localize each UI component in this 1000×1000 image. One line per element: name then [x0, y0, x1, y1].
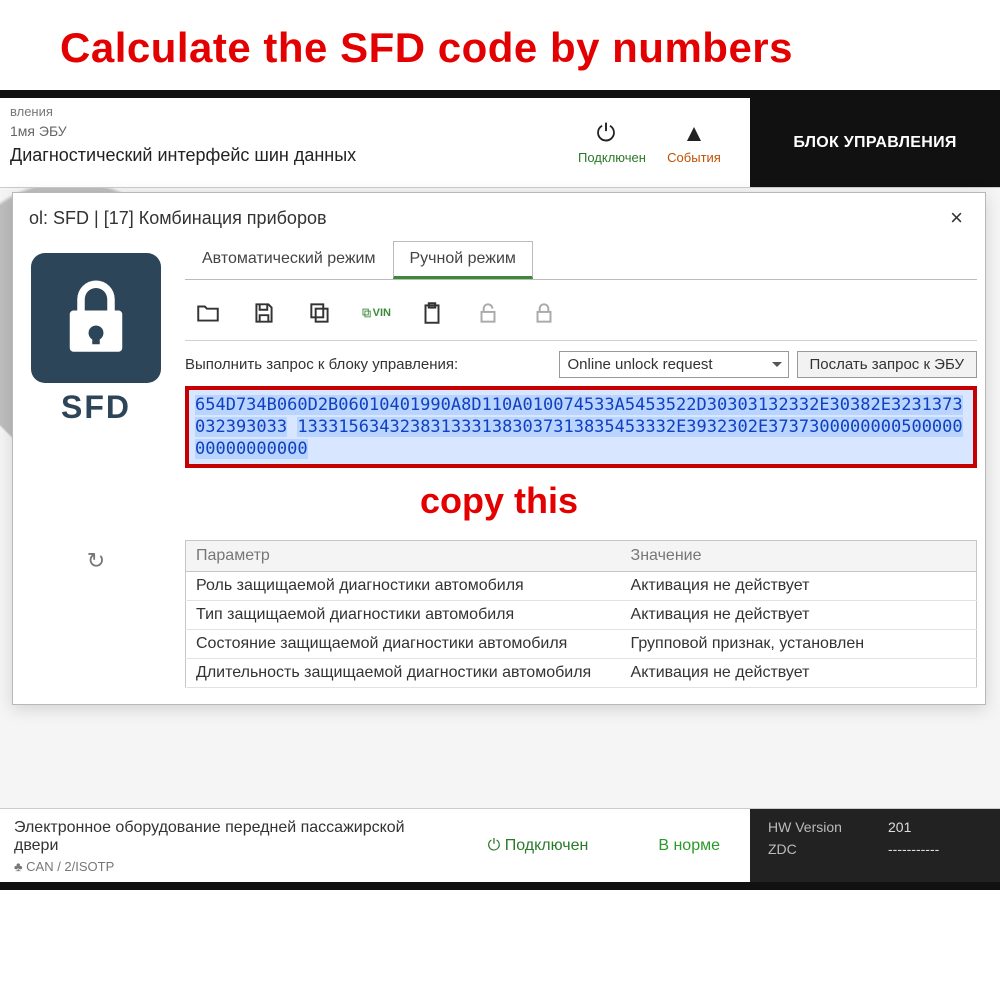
header-fragment-1: вления	[10, 104, 540, 119]
col-parameter: Параметр	[186, 541, 621, 572]
sfd-badge: SFD	[21, 241, 171, 468]
param-value: Групповой признак, установлен	[621, 630, 977, 659]
save-icon[interactable]	[249, 300, 279, 326]
footer-connected-status: ⏻ Подключен	[488, 837, 589, 855]
param-name: Роль защищаемой диагностики автомобиля	[186, 572, 621, 601]
request-type-dropdown[interactable]: Online unlock request	[559, 351, 789, 378]
send-request-button[interactable]: Послать запрос к ЭБУ	[797, 351, 977, 378]
vin-copy-icon[interactable]: VIN	[361, 300, 391, 326]
close-icon[interactable]: ×	[944, 205, 969, 231]
table-row: Длительность защищаемой диагностики авто…	[186, 659, 977, 688]
toolbar: VIN	[185, 290, 977, 341]
block-control-button[interactable]: БЛОК УПРАВЛЕНИЯ	[750, 98, 1000, 187]
footer-ecu-name: Электронное оборудование передней пассаж…	[14, 819, 444, 855]
parameters-table: Параметр Значение Роль защищаемой диагно…	[185, 540, 977, 688]
tab-manual-mode[interactable]: Ручной режим	[393, 241, 533, 279]
dialog-title: ol: SFD | [17] Комбинация приборов	[29, 208, 944, 229]
table-row: Состояние защищаемой диагностики автомоб…	[186, 630, 977, 659]
refresh-icon[interactable]: ↻	[21, 540, 171, 574]
param-value: Активация не действует	[621, 601, 977, 630]
power-status: Подключен	[578, 150, 634, 165]
hex-output[interactable]: 654D734B060D2B06010401990A8D110A01007453…	[185, 386, 977, 468]
param-name: Тип защищаемой диагностики автомобиля	[186, 601, 621, 630]
col-value: Значение	[621, 541, 977, 572]
footer-bar: Электронное оборудование передней пассаж…	[0, 808, 1000, 882]
hw-version-label: HW Version	[768, 819, 888, 835]
header-bar: вления 1мя ЭБУ Диагностический интерфейс…	[0, 98, 1000, 188]
open-folder-icon[interactable]	[193, 300, 223, 326]
tab-auto-mode[interactable]: Автоматический режим	[185, 241, 393, 279]
table-row: Тип защищаемой диагностики автомобиляАкт…	[186, 601, 977, 630]
paste-icon[interactable]	[417, 300, 447, 326]
header-status-icons: ⏻Подключен ▲События	[550, 98, 750, 187]
footer-ecu-info[interactable]: Электронное оборудование передней пассаж…	[0, 809, 458, 882]
hw-version-value: 201	[888, 819, 911, 835]
unlock-icon[interactable]	[473, 300, 503, 326]
header-ecu-info: вления 1мя ЭБУ Диагностический интерфейс…	[0, 98, 550, 187]
page-caption: Calculate the SFD code by numbers	[0, 0, 1000, 90]
request-row: Выполнить запрос к блоку управления: Onl…	[185, 351, 977, 378]
header-ecu-name-label: 1мя ЭБУ	[10, 123, 540, 139]
lock-icon	[31, 253, 161, 383]
footer-normal-status: В норме	[658, 837, 720, 855]
app-window: вления 1мя ЭБУ Диагностический интерфейс…	[0, 90, 1000, 890]
table-row: Роль защищаемой диагностики автомобиляАк…	[186, 572, 977, 601]
warning-status: События	[666, 150, 722, 165]
lock-closed-icon[interactable]	[529, 300, 559, 326]
sfd-label: SFD	[61, 389, 131, 426]
zdc-value: -----------	[888, 841, 939, 857]
param-name: Состояние защищаемой диагностики автомоб…	[186, 630, 621, 659]
power-icon[interactable]: ⏻Подключен	[578, 120, 634, 165]
header-ecu-name: Диагностический интерфейс шин данных	[10, 145, 540, 166]
param-value: Активация не действует	[621, 572, 977, 601]
request-label: Выполнить запрос к блоку управления:	[185, 356, 551, 373]
hex-line-2: 1333156343238313331383037313835453332E39…	[195, 417, 963, 459]
sfd-dialog: ol: SFD | [17] Комбинация приборов × SFD…	[12, 192, 986, 705]
mode-tabs: Автоматический режим Ручной режим	[185, 241, 977, 280]
footer-protocol: ♣ CAN / 2/ISOTP	[14, 859, 444, 874]
copy-icon[interactable]	[305, 300, 335, 326]
param-name: Длительность защищаемой диагностики авто…	[186, 659, 621, 688]
warning-icon[interactable]: ▲События	[666, 120, 722, 165]
copy-this-caption: copy this	[21, 468, 977, 540]
param-value: Активация не действует	[621, 659, 977, 688]
footer-version-panel: HW Version201 ZDC-----------	[750, 809, 1000, 882]
zdc-label: ZDC	[768, 841, 888, 857]
